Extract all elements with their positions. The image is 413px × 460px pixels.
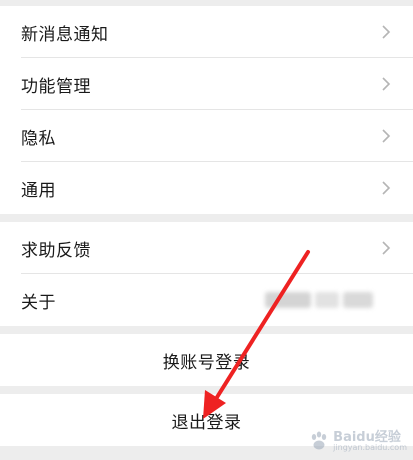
switch-account-button[interactable]: 换账号登录 bbox=[0, 334, 413, 386]
watermark-en: jingyan.baidu.com bbox=[333, 442, 407, 452]
switch-account-label: 换账号登录 bbox=[162, 352, 251, 373]
top-strip bbox=[0, 0, 413, 4]
settings-item-help-feedback[interactable]: 求助反馈 bbox=[0, 222, 413, 274]
chevron-right-icon bbox=[382, 77, 391, 91]
chevron-right-icon bbox=[382, 181, 391, 195]
watermark-cn: Baidu经验 bbox=[333, 429, 401, 445]
settings-item-label: 求助反馈 bbox=[21, 240, 91, 261]
settings-item-about[interactable]: 关于 bbox=[0, 274, 413, 326]
logout-label: 退出登录 bbox=[171, 412, 242, 433]
redacted-version-info bbox=[265, 292, 373, 308]
chevron-right-icon bbox=[382, 25, 391, 39]
settings-item-label: 关于 bbox=[21, 292, 56, 313]
paw-logo-icon bbox=[311, 431, 327, 450]
settings-item-label: 隐私 bbox=[21, 128, 56, 149]
settings-item-label: 功能管理 bbox=[21, 76, 91, 97]
settings-group-primary: 新消息通知 功能管理 隐私 通用 bbox=[0, 6, 413, 214]
settings-item-privacy[interactable]: 隐私 bbox=[0, 110, 413, 162]
settings-group-secondary: 求助反馈 关于 bbox=[0, 222, 413, 326]
settings-item-features[interactable]: 功能管理 bbox=[0, 58, 413, 110]
watermark-text: Baidu经验 jingyan.baidu.com bbox=[333, 431, 407, 452]
baidu-watermark: Baidu经验 jingyan.baidu.com bbox=[308, 430, 407, 452]
settings-item-general[interactable]: 通用 bbox=[0, 162, 413, 214]
chevron-right-icon bbox=[382, 129, 391, 143]
settings-item-notifications[interactable]: 新消息通知 bbox=[0, 6, 413, 58]
settings-item-label: 通用 bbox=[21, 180, 56, 201]
chevron-right-icon bbox=[382, 241, 391, 255]
settings-item-label: 新消息通知 bbox=[21, 24, 109, 45]
